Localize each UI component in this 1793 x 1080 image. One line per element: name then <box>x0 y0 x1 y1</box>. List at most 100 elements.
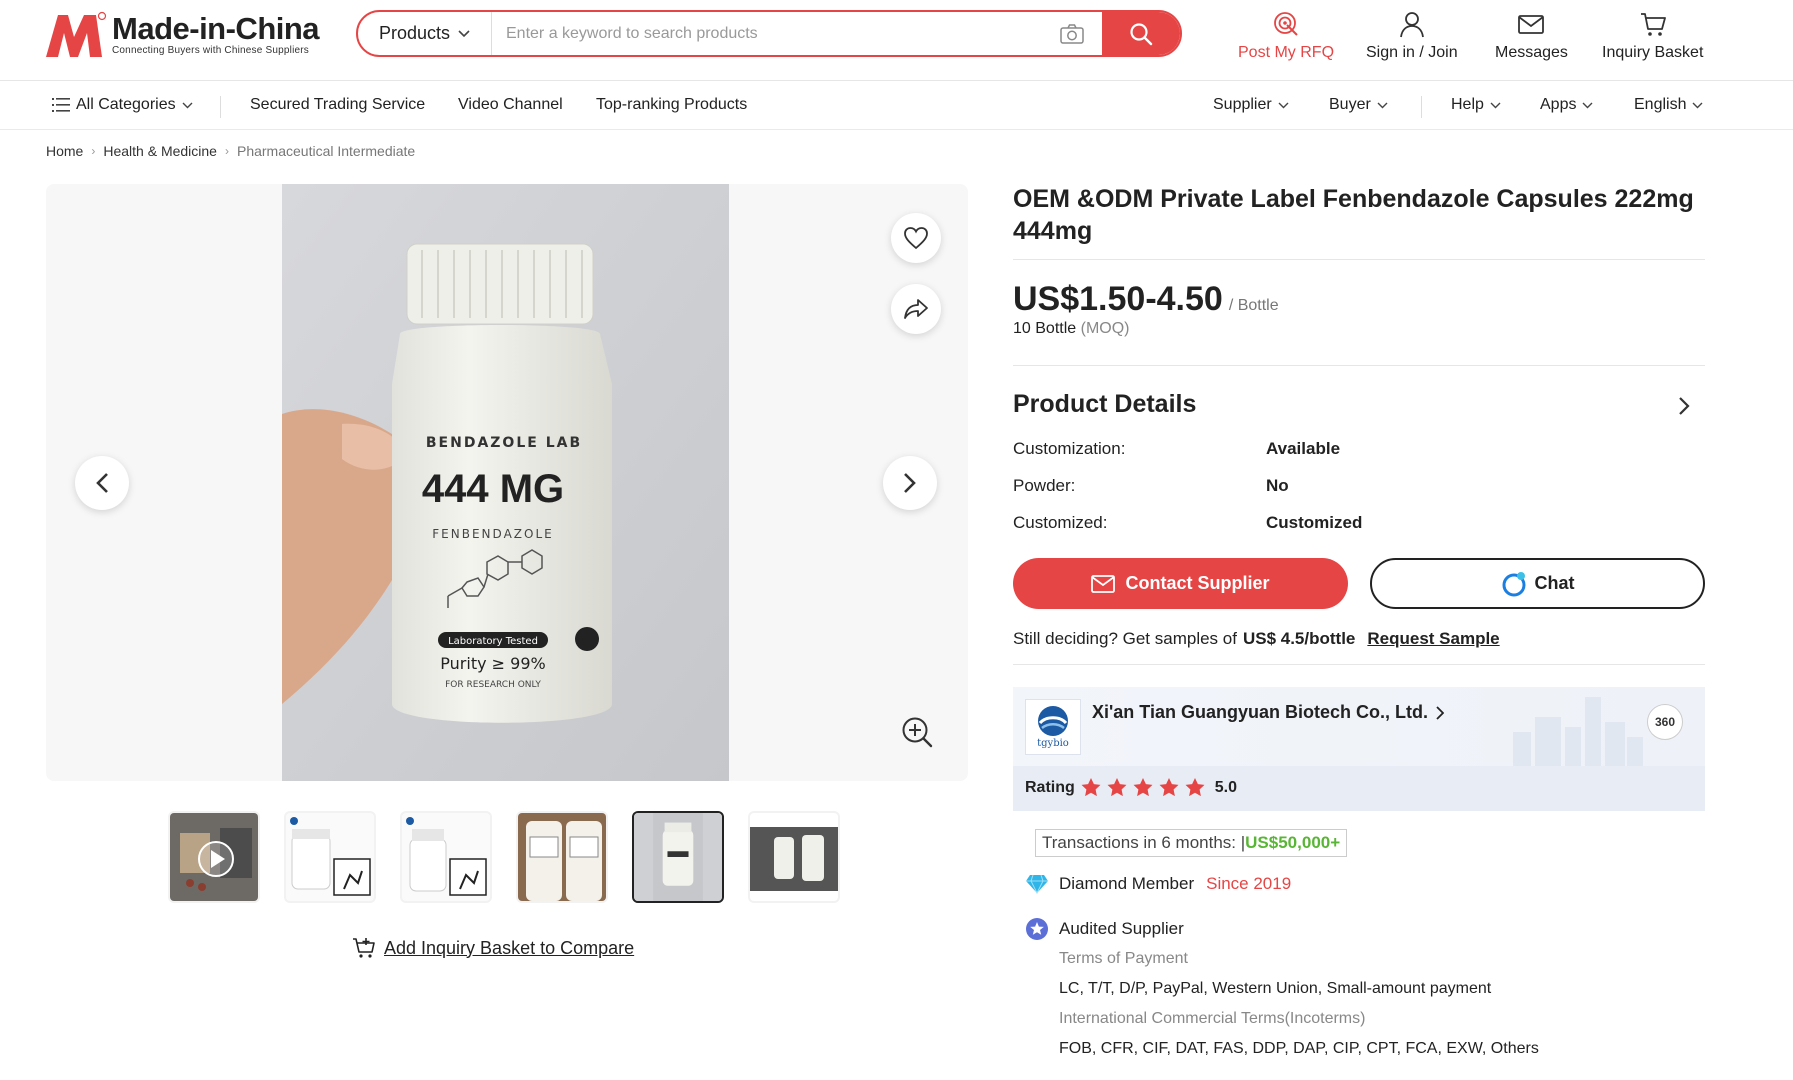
zoom-button[interactable] <box>900 715 934 754</box>
star-icon <box>1081 778 1101 797</box>
product-details-title[interactable]: Product Details <box>1013 390 1196 419</box>
breadcrumb-subcategory[interactable]: Pharmaceutical Intermediate <box>237 143 415 159</box>
nav-top-ranking[interactable]: Top-ranking Products <box>596 96 747 114</box>
bottle-note: FOR RESEARCH ONLY <box>445 680 541 690</box>
breadcrumb-category[interactable]: Health & Medicine <box>103 143 217 159</box>
price-unit: / Bottle <box>1228 297 1279 314</box>
inquiry-basket-label: Inquiry Basket <box>1602 44 1704 61</box>
rating-label: Rating <box>1025 778 1075 796</box>
diamond-icon <box>1026 874 1048 894</box>
breadcrumb-home[interactable]: Home <box>46 143 83 159</box>
inquiry-basket-link[interactable]: Inquiry Basket <box>1602 10 1703 62</box>
search-category-select[interactable]: Products <box>358 12 492 55</box>
nav-supplier-menu[interactable]: Supplier <box>1213 96 1289 114</box>
mail-icon <box>1091 574 1116 593</box>
bottle-name: FENBENDAZOLE <box>432 527 553 541</box>
divider <box>1013 664 1705 665</box>
chat-label: Chat <box>1534 573 1575 593</box>
detail-value: Customized <box>1266 513 1363 532</box>
chevron-down-icon <box>458 29 470 37</box>
nav-secured-trading[interactable]: Secured Trading Service <box>250 96 425 114</box>
virtual-tour-360-button[interactable]: 360 <box>1647 704 1683 740</box>
supplier-card: tgybio Xi'an Tian Guangyuan Biotech Co.,… <box>1013 687 1705 811</box>
all-categories-menu[interactable]: All Categories <box>52 96 193 114</box>
bottle-badge: Laboratory Tested <box>448 636 538 647</box>
product-details-expand[interactable] <box>1678 396 1690 421</box>
thumbnail-2[interactable] <box>284 811 376 903</box>
supplier-name-link[interactable]: Xi'an Tian Guangyuan Biotech Co., Ltd. <box>1092 702 1444 723</box>
thumbnail-image <box>402 813 490 901</box>
detail-value: Available <box>1266 439 1341 458</box>
supplier-name: Xi'an Tian Guangyuan Biotech Co., Ltd. <box>1092 702 1428 722</box>
sample-text: Still deciding? Get samples of <box>1013 629 1237 648</box>
nav-supplier-label: Supplier <box>1213 96 1272 113</box>
audited-supplier-info: Audited Supplier <box>1025 917 1184 941</box>
thumbnail-5-selected[interactable] <box>632 811 724 903</box>
chevron-right-icon <box>1436 705 1444 720</box>
chevron-right-icon <box>1679 397 1690 415</box>
prev-image-button[interactable] <box>75 456 129 510</box>
product-title: OEM &ODM Private Label Fenbendazole Caps… <box>1013 185 1694 245</box>
nav-secured-trading-label: Secured Trading Service <box>250 96 426 113</box>
add-to-compare-link[interactable]: Add Inquiry Basket to Compare <box>352 937 634 959</box>
thumbnail-4[interactable] <box>516 811 608 903</box>
chevron-down-icon <box>1377 102 1388 108</box>
messages-label: Messages <box>1495 44 1568 61</box>
nav-language-menu[interactable]: English <box>1634 96 1703 114</box>
divider <box>1013 365 1705 366</box>
next-image-button[interactable] <box>883 456 937 510</box>
nav-video-channel-label: Video Channel <box>458 96 563 113</box>
supplier-rating: Rating 5.0 <box>1025 778 1237 797</box>
rating-stars <box>1081 778 1205 797</box>
transactions-badge: Transactions in 6 months: | US$50,000+ <box>1035 829 1348 857</box>
list-icon <box>52 98 70 112</box>
moq: 10 Bottle (MOQ) <box>1013 320 1129 338</box>
nav-buyer-menu[interactable]: Buyer <box>1329 96 1388 114</box>
thumbnail-video[interactable] <box>168 811 260 903</box>
price-block: US$1.50-4.50 / Bottle <box>1013 280 1279 319</box>
camera-icon <box>1060 23 1084 44</box>
post-rfq-link[interactable]: Post My RFQ <box>1238 10 1334 62</box>
sign-in-link[interactable]: Sign in / Join <box>1366 10 1458 62</box>
site-logo[interactable]: Made-in-China Connecting Buyers with Chi… <box>44 10 320 60</box>
skyline-decoration <box>1513 697 1643 767</box>
thumbnail-image <box>286 813 374 901</box>
supplier-logo[interactable]: tgybio <box>1025 699 1081 755</box>
nav-help-menu[interactable]: Help <box>1451 96 1501 114</box>
search-input[interactable] <box>492 12 1042 55</box>
search-button[interactable] <box>1102 12 1180 55</box>
thumbnail-3[interactable] <box>400 811 492 903</box>
supplier-logo-mark <box>1038 706 1068 736</box>
chat-button[interactable]: Chat <box>1370 558 1705 609</box>
incoterms-label: International Commercial Terms(Incoterms… <box>1059 1010 1366 1027</box>
search-category-label: Products <box>378 23 451 43</box>
share-button[interactable] <box>891 284 941 334</box>
search-bar: Products <box>356 10 1182 57</box>
image-search-button[interactable] <box>1042 12 1102 55</box>
contact-supplier-button[interactable]: Contact Supplier <box>1013 558 1348 609</box>
made-in-china-logo-icon <box>46 11 107 57</box>
add-to-compare-label: Add Inquiry Basket to Compare <box>384 937 635 958</box>
nav-apps-menu[interactable]: Apps <box>1540 96 1593 114</box>
mail-icon <box>1518 15 1545 34</box>
detail-row: Powder: No <box>1013 476 1289 496</box>
post-rfq-label: Post My RFQ <box>1238 44 1335 61</box>
chevron-down-icon <box>1692 102 1703 108</box>
cart-plus-icon <box>353 938 375 958</box>
thumbnail-6[interactable] <box>748 811 840 903</box>
nav-video-channel[interactable]: Video Channel <box>458 96 563 114</box>
request-sample-link[interactable]: Request Sample <box>1367 629 1499 649</box>
moq-label: (MOQ) <box>1080 320 1130 337</box>
logo-name: Made-in-China <box>112 11 320 46</box>
favorite-button[interactable] <box>891 213 941 263</box>
main-nav: All Categories Secured Trading Service V… <box>0 82 1793 130</box>
thumbnail-image <box>750 813 838 901</box>
payment-terms-value: LC, T/T, D/P, PayPal, Western Union, Sma… <box>1059 980 1492 997</box>
chevron-right-icon: › <box>91 144 96 158</box>
messages-link[interactable]: Messages <box>1495 10 1568 62</box>
contact-supplier-label: Contact Supplier <box>1125 573 1270 593</box>
detail-key: Powder: <box>1013 476 1076 495</box>
nav-divider <box>220 96 221 118</box>
nav-top-ranking-label: Top-ranking Products <box>596 96 748 113</box>
product-gallery: BENDAZOLE LAB 444 MG FENBENDAZOLE Labora… <box>46 184 968 781</box>
